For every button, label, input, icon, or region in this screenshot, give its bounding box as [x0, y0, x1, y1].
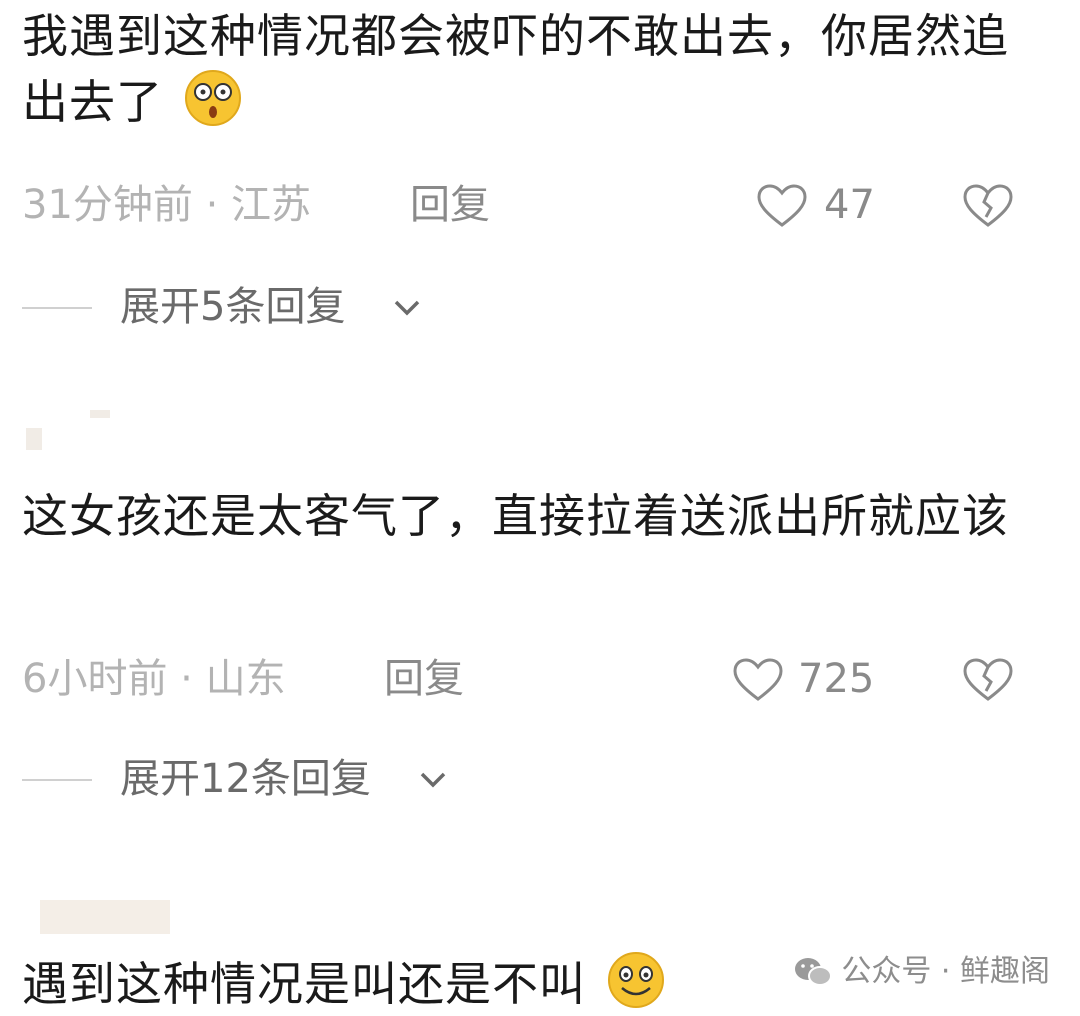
expand-replies-2[interactable]: 展开12条回复 — [22, 754, 482, 804]
shocked-face-emoji-icon — [183, 68, 243, 144]
expand-replies-label: 展开12条回复 — [120, 756, 371, 802]
comment-2-meta: 6小时前 · 山东 回复 725 — [22, 654, 1062, 704]
comment-list: 我遇到这种情况都会被吓的不敢出去，你居然追出去了 31分钟前 · 江苏 回复 4… — [0, 0, 1080, 1016]
divider-line — [22, 307, 92, 309]
expand-replies-1[interactable]: 展开5条回复 — [22, 282, 442, 332]
chevron-down-icon — [394, 300, 420, 316]
reply-button[interactable]: 回复 — [384, 654, 464, 704]
watermark: 公众号 · 鲜趣阁 — [793, 950, 1050, 994]
time-location: 31分钟前 · 江苏 — [22, 182, 312, 228]
watermark-label: 公众号 · 鲜趣阁 — [841, 954, 1050, 989]
comment-1-text: 我遇到这种情况都会被吓的不敢出去，你居然追出去了 — [22, 4, 1022, 144]
like-heart-icon[interactable] — [756, 184, 808, 228]
chevron-down-icon — [420, 772, 446, 788]
smiling-face-emoji-icon — [606, 950, 666, 1016]
expand-replies-label: 展开5条回复 — [120, 284, 346, 330]
wechat-icon — [795, 958, 833, 986]
like-count: 47 — [824, 182, 875, 228]
username-placeholder — [40, 900, 170, 934]
comment-1-meta: 31分钟前 · 江苏 回复 47 — [22, 180, 1062, 230]
comment-2-text: 这女孩还是太客气了，直接拉着送派出所就应该 — [22, 489, 1009, 543]
time-location: 6小时前 · 山东 — [22, 656, 286, 702]
like-count: 725 — [798, 656, 875, 702]
dislike-broken-heart-icon[interactable] — [962, 658, 1014, 702]
username-placeholder — [26, 428, 42, 450]
reply-button[interactable]: 回复 — [410, 180, 490, 230]
dislike-broken-heart-icon[interactable] — [962, 184, 1014, 228]
divider-line — [22, 779, 92, 781]
username-placeholder — [90, 410, 110, 418]
like-heart-icon[interactable] — [732, 658, 784, 702]
